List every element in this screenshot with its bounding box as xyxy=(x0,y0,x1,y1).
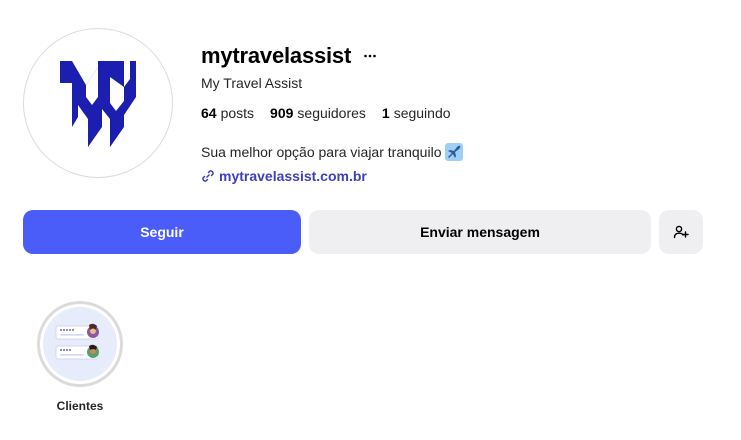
highlight-ring xyxy=(37,301,123,387)
bio: Sua melhor opção para viajar tranquilo xyxy=(201,143,464,161)
link-text: mytravelassist.com.br xyxy=(219,168,367,184)
more-horizontal-icon xyxy=(364,54,376,58)
highlight-label: Clientes xyxy=(56,399,104,413)
stat-following[interactable]: 1 seguindo xyxy=(382,105,451,121)
send-message-button[interactable]: Enviar mensagem xyxy=(309,210,651,254)
profile-avatar[interactable] xyxy=(23,28,173,178)
follow-button[interactable]: Seguir xyxy=(23,210,301,254)
bio-text: Sua melhor opção para viajar tranquilo xyxy=(201,144,442,160)
profile-link[interactable]: mytravelassist.com.br xyxy=(201,168,367,184)
airplane-emoji-icon xyxy=(445,143,464,161)
stat-posts[interactable]: 64 posts xyxy=(201,105,254,121)
more-options-button[interactable] xyxy=(363,49,377,63)
highlight-clientes[interactable]: Clientes xyxy=(36,301,124,413)
profile-header: mytravelassist xyxy=(201,42,377,70)
profile-stats: 64 posts 909 seguidores 1 seguindo xyxy=(201,105,467,121)
suggest-users-button[interactable] xyxy=(659,210,703,254)
username: mytravelassist xyxy=(201,43,352,68)
stat-followers[interactable]: 909 seguidores xyxy=(270,105,366,121)
add-user-icon xyxy=(673,225,689,239)
chat-list-icon xyxy=(55,323,99,360)
link-icon xyxy=(202,170,214,182)
display-name: My Travel Assist xyxy=(201,75,303,91)
my-logo xyxy=(60,61,136,147)
highlight-cover xyxy=(43,307,117,381)
